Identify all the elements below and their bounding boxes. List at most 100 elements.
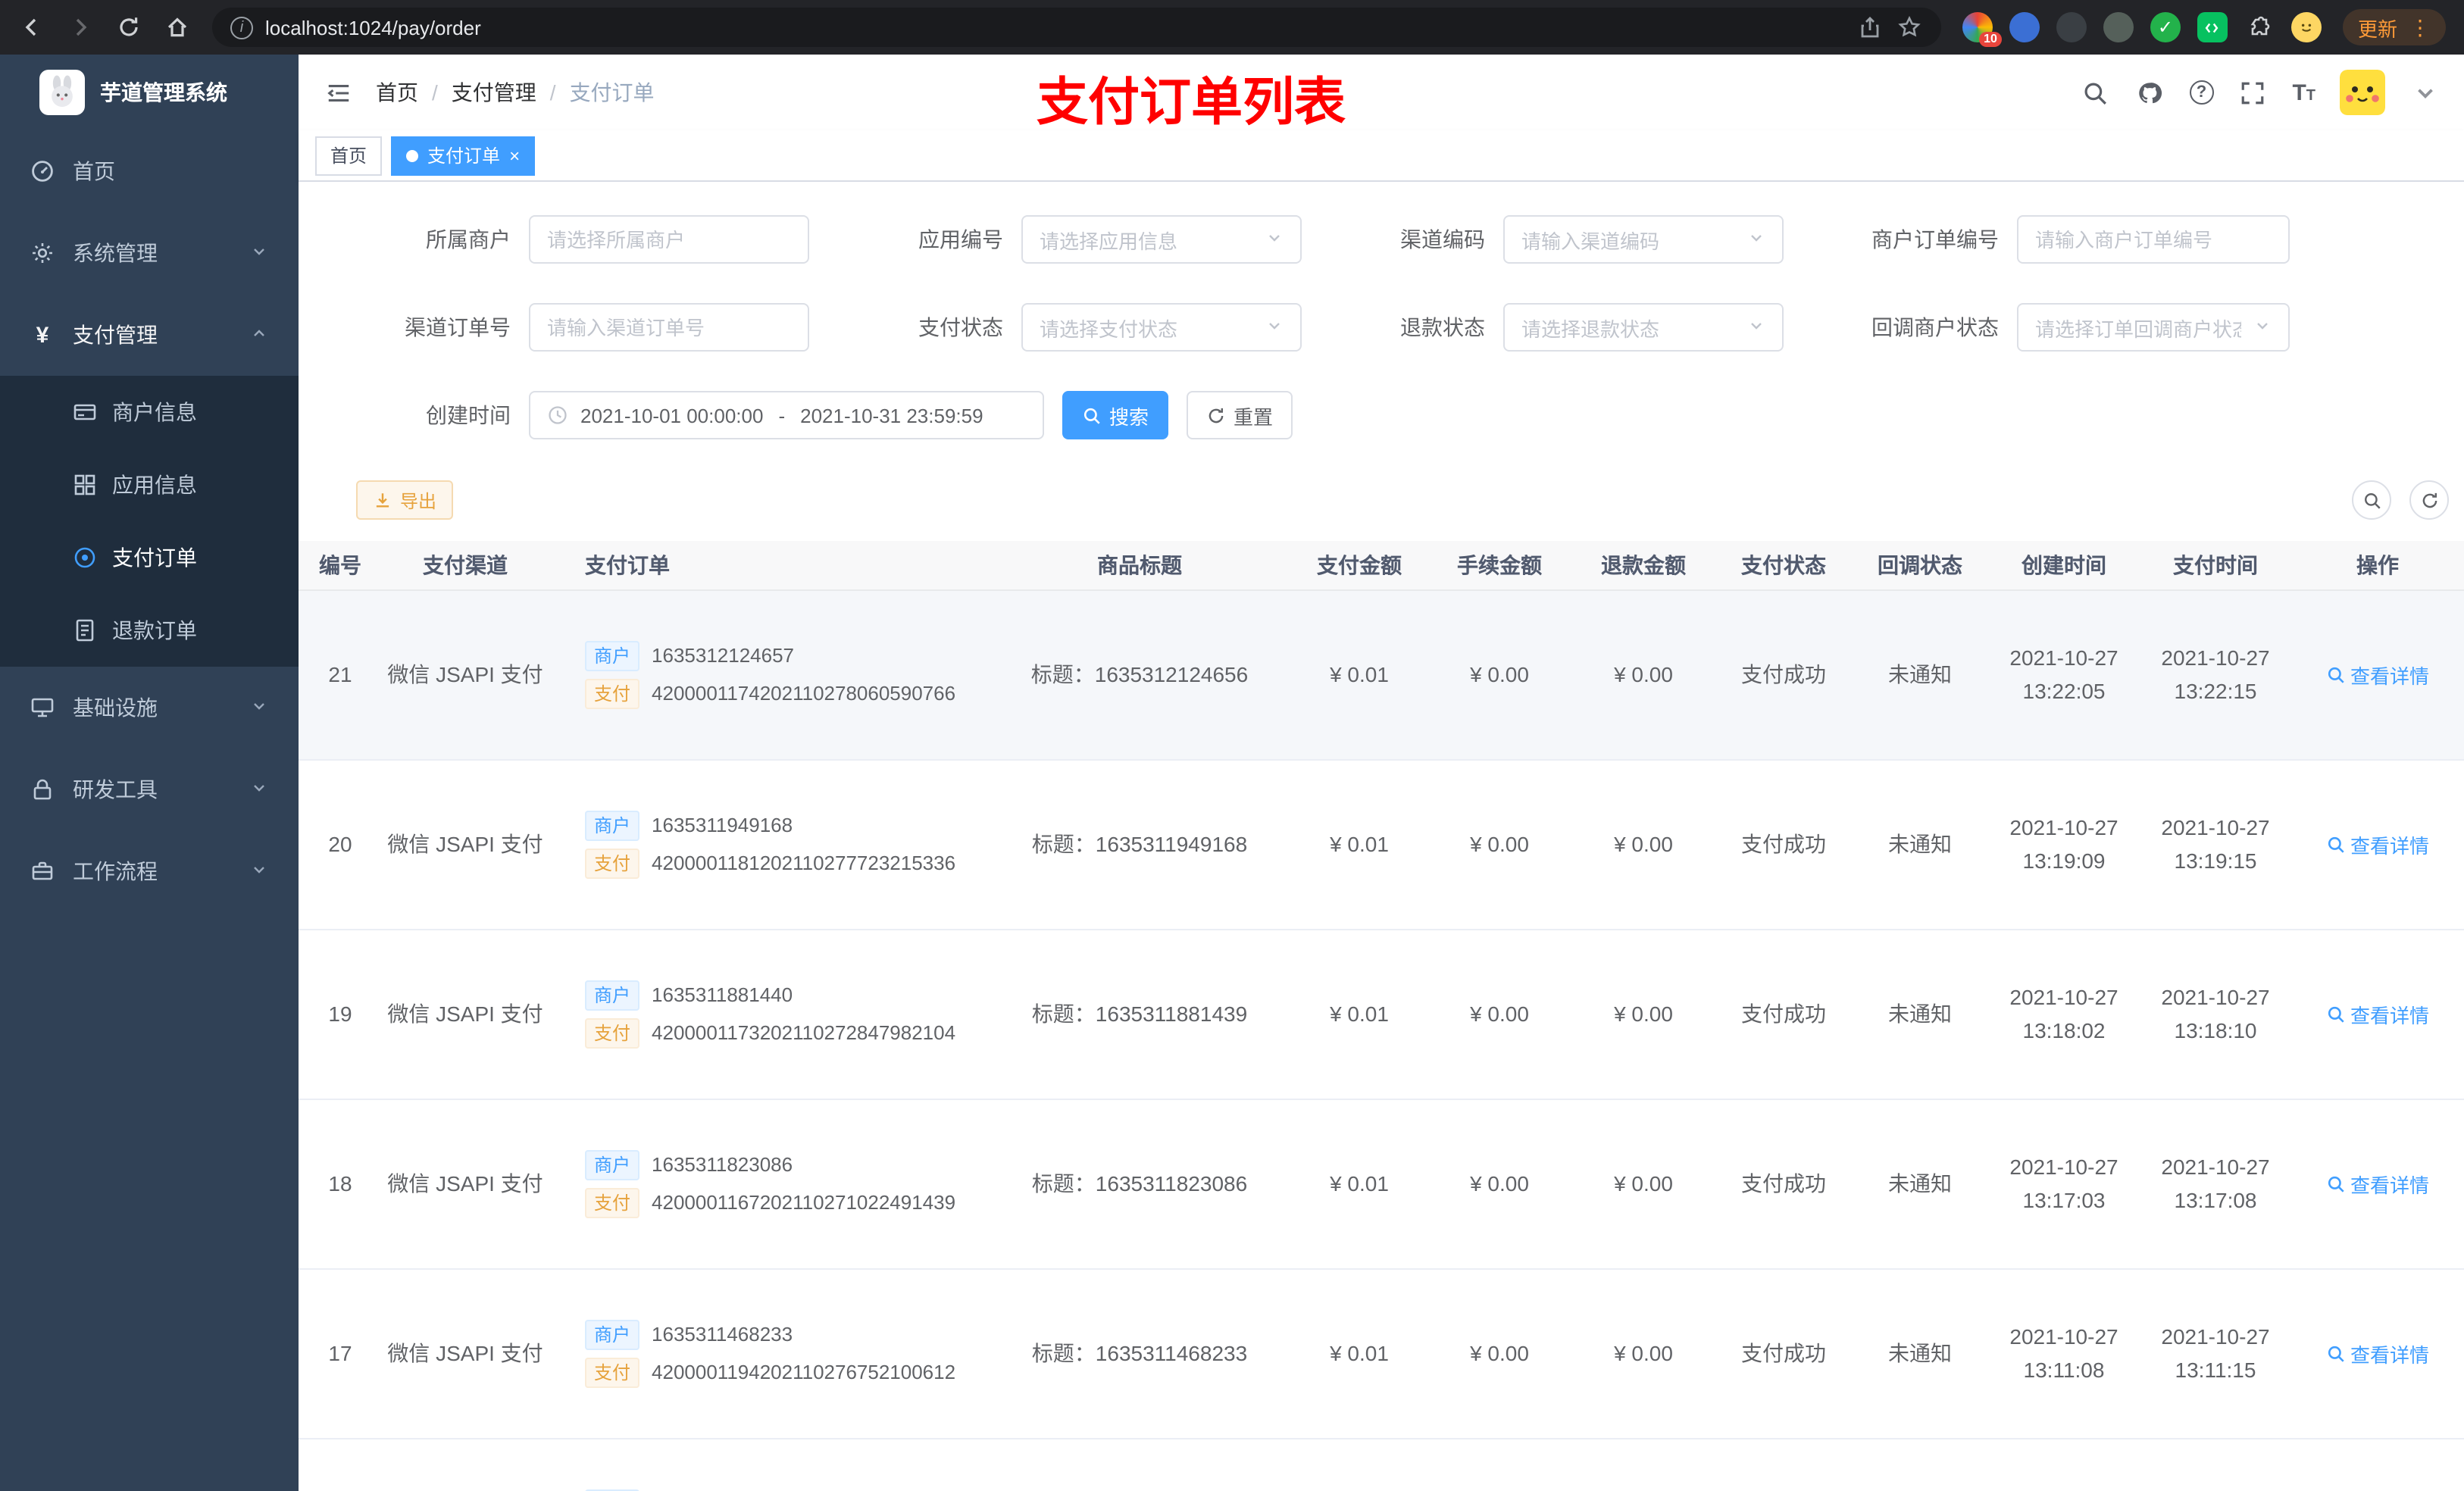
tags-view-bar: 首页 支付订单 ×: [299, 130, 2464, 182]
breadcrumb-pay[interactable]: 支付管理: [452, 77, 536, 108]
merchant-order-input[interactable]: [2017, 215, 2290, 264]
pay-status-select[interactable]: 请选择支付状态: [1021, 303, 1302, 352]
user-avatar[interactable]: [2340, 70, 2385, 115]
filter-label: 支付状态: [918, 315, 1003, 339]
fullscreen-icon[interactable]: [2237, 77, 2268, 108]
reset-button[interactable]: 重置: [1187, 391, 1293, 439]
channel-order-input[interactable]: [529, 303, 809, 352]
refund-amount-cell: ¥ 0.00: [1571, 589, 1715, 760]
select-placeholder: 请选择支付状态: [1040, 317, 1178, 340]
app-logo[interactable]: 芋道管理系统: [0, 55, 299, 130]
browser-update-button[interactable]: 更新 ⋮: [2342, 9, 2446, 45]
table-row: 21 微信 JSAPI 支付 商户 1635312124657 支付 4200001174…: [299, 589, 2464, 760]
browser-forward-icon[interactable]: [67, 14, 94, 41]
extensions-puzzle-icon[interactable]: [2244, 12, 2275, 42]
sidebar-item-system[interactable]: 系统管理: [0, 212, 299, 294]
app-select[interactable]: 请选择应用信息: [1021, 215, 1302, 264]
sidebar-item-label: 工作流程: [73, 859, 158, 883]
github-icon[interactable]: [2134, 77, 2165, 108]
bank-card-icon: [73, 400, 97, 424]
breadcrumb-separator: /: [549, 80, 556, 105]
sidebar-item-refund-order[interactable]: 退款订单: [0, 594, 299, 667]
date-separator: -: [778, 404, 786, 427]
dashboard-icon: [30, 159, 55, 183]
pay-amount-cell: ¥ 0.01: [1291, 1099, 1427, 1269]
view-detail-link[interactable]: 查看详情: [2326, 1169, 2429, 1198]
user-caret-icon[interactable]: [2409, 77, 2440, 108]
pay-order-line: 支付 4200001173202110272847982104: [585, 1017, 988, 1048]
browser-menu-icon[interactable]: ⋮: [2409, 17, 2431, 38]
date-line: 2021-10-27: [2009, 985, 2118, 1009]
sidebar-item-home[interactable]: 首页: [0, 130, 299, 212]
close-icon[interactable]: ×: [509, 146, 520, 164]
sidebar-item-app-info[interactable]: 应用信息: [0, 449, 299, 521]
pay-amount-cell: ¥ 0.01: [1291, 929, 1427, 1099]
create-time-range-picker[interactable]: 2021-10-01 00:00:00 - 2021-10-31 23:59:5…: [529, 391, 1044, 439]
sidebar-item-infra[interactable]: 基础设施: [0, 667, 299, 749]
view-detail-link[interactable]: 查看详情: [2326, 660, 2429, 689]
sidebar-item-label: 研发工具: [73, 777, 158, 802]
order-id-cell: 20: [299, 759, 382, 930]
site-info-icon[interactable]: i: [230, 16, 253, 39]
refresh-circle-button[interactable]: [2409, 480, 2449, 520]
view-detail-link[interactable]: 查看详情: [2326, 830, 2429, 858]
toggle-search-circle-button[interactable]: [2352, 480, 2391, 520]
tab-home[interactable]: 首页: [315, 136, 383, 175]
tab-pay-order[interactable]: 支付订单 ×: [391, 136, 536, 175]
notify-status-cell: 未通知: [1852, 589, 1988, 760]
refund-status-select[interactable]: 请选择退款状态: [1503, 303, 1784, 352]
channel-code-select[interactable]: 请输入渠道编码: [1503, 215, 1784, 264]
bookmark-star-icon[interactable]: [1896, 14, 1923, 41]
date-line: 2021-10-27: [2161, 1155, 2270, 1179]
pay-tag: 支付: [585, 1187, 640, 1217]
merchant-order-no: 1635312124657: [652, 644, 795, 667]
main-area: 首页 / 支付管理 / 支付订单 ? TT 首页 支付订单 × 所属商户 请选择…: [299, 55, 2464, 1491]
merchant-input[interactable]: [529, 215, 809, 264]
view-detail-link[interactable]: 查看详情: [2326, 1339, 2429, 1368]
extension-green-check-icon[interactable]: ✓: [2150, 12, 2181, 42]
export-button[interactable]: 导出: [356, 480, 454, 520]
header-search-icon[interactable]: [2080, 77, 2110, 108]
merchant-order-line: 商户 1635312124657: [585, 640, 988, 670]
search-button[interactable]: 搜索: [1062, 391, 1168, 439]
sidebar-item-workflow[interactable]: 工作流程: [0, 830, 299, 912]
share-icon[interactable]: [1856, 14, 1884, 41]
sidebar-item-merchant-info[interactable]: 商户信息: [0, 376, 299, 449]
view-detail-link[interactable]: 查看详情: [2326, 999, 2429, 1028]
help-icon[interactable]: ?: [2189, 80, 2214, 105]
address-bar[interactable]: i localhost:1024/pay/order: [212, 8, 1941, 47]
chevron-down-icon: [2253, 316, 2272, 339]
extension-olive-icon[interactable]: [2103, 12, 2134, 42]
pay-amount-cell: ¥ 0.01: [1291, 589, 1427, 760]
sidebar-item-label: 系统管理: [73, 241, 158, 265]
browser-back-icon[interactable]: [18, 14, 45, 41]
table-row: 20 微信 JSAPI 支付 商户 1635311949168 支付 4200001181…: [299, 759, 2464, 930]
extension-globe-icon[interactable]: [2056, 12, 2087, 42]
extension-pinwheel-icon[interactable]: 10: [1962, 12, 2002, 47]
sidebar-toggle-icon[interactable]: [323, 77, 353, 108]
browser-home-icon[interactable]: [164, 14, 191, 41]
sidebar-item-tools[interactable]: 研发工具: [0, 749, 299, 830]
font-size-icon[interactable]: TT: [2292, 80, 2315, 105]
merchant-tag: 商户: [585, 810, 640, 840]
screen: i localhost:1024/pay/order 10 ✓ 更新 ⋮ 支付订…: [0, 0, 2464, 1491]
breadcrumb-home[interactable]: 首页: [376, 77, 418, 108]
sidebar-item-label: 首页: [73, 159, 115, 183]
filter-label: 渠道订单号: [405, 315, 511, 339]
extension-blue-icon[interactable]: [2009, 12, 2040, 42]
pay-tag: 支付: [585, 1017, 640, 1048]
sidebar-item-pay[interactable]: ¥ 支付管理: [0, 294, 299, 376]
merchant-order-no: 1635311949168: [652, 814, 793, 836]
sidebar-item-pay-order[interactable]: 支付订单: [0, 521, 299, 594]
url-text: localhost:1024/pay/order: [265, 16, 481, 39]
extension-devtools-icon[interactable]: [2197, 12, 2228, 42]
extension-emoji-icon[interactable]: [2290, 12, 2322, 42]
pay-status-cell: 支付成功: [1715, 589, 1852, 760]
update-label: 更新: [2357, 17, 2397, 40]
pay-order-cell: 商户 1635311881440 支付 42000011732021102728479…: [549, 929, 988, 1099]
active-dot: [406, 149, 419, 161]
notify-status-select[interactable]: 请选择订单回调商户状态: [2017, 303, 2290, 352]
browser-refresh-icon[interactable]: [115, 14, 142, 41]
briefcase-icon: [30, 859, 55, 883]
view-detail-label: 查看详情: [2350, 1343, 2429, 1366]
